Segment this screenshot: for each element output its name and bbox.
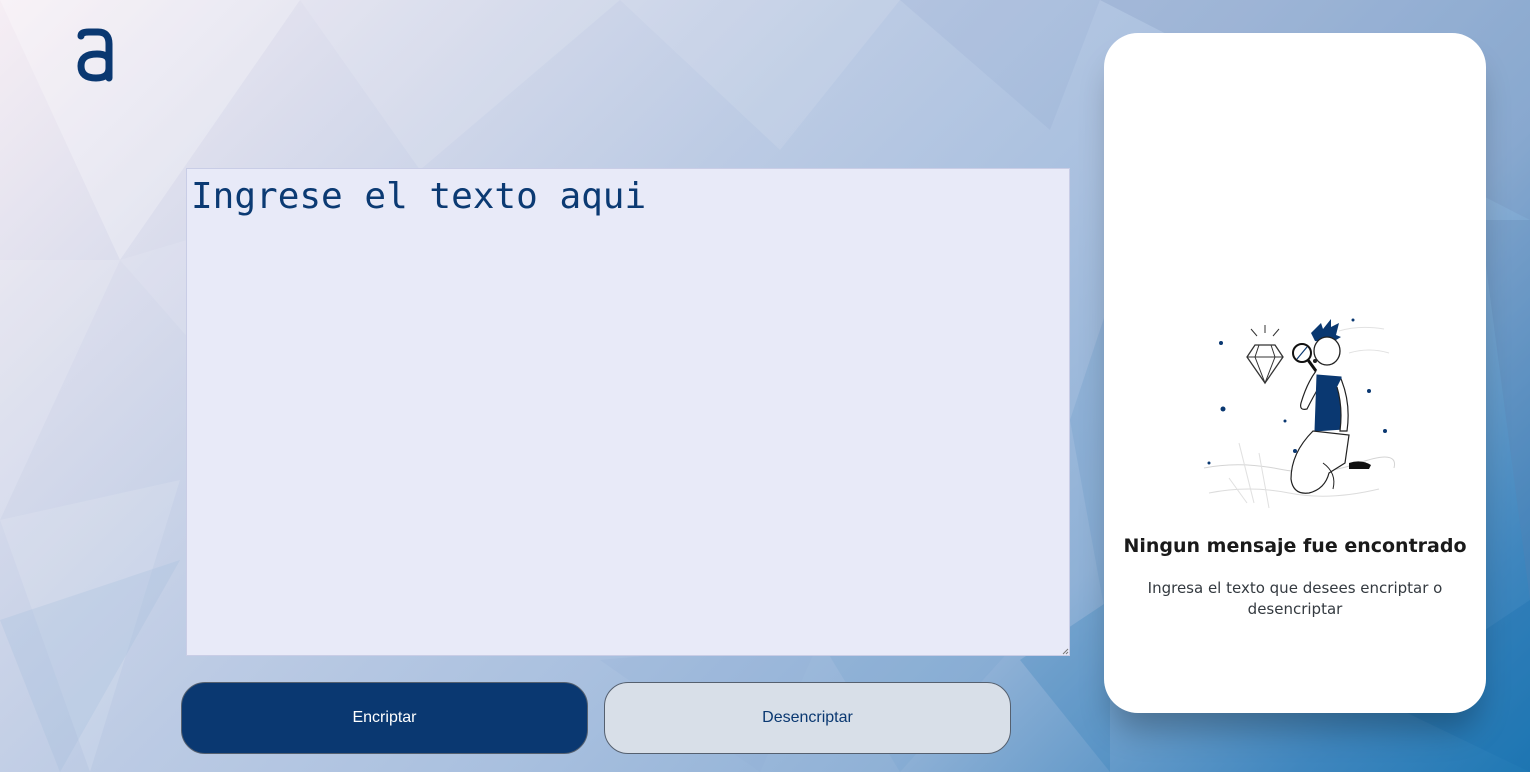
result-panel: Ningun mensaje fue encontrado Ingresa el… xyxy=(1104,33,1486,713)
alura-a-logo-icon xyxy=(77,28,113,82)
person-magnifying-glass-diamond-illustration xyxy=(1199,303,1399,513)
decrypt-button[interactable]: Desencriptar xyxy=(604,682,1011,754)
logo xyxy=(76,28,114,82)
encrypt-button-label: Encriptar xyxy=(352,709,417,726)
decrypt-button-label: Desencriptar xyxy=(762,709,853,726)
empty-state-message: Ingresa el texto que desees encriptar o … xyxy=(1147,579,1443,618)
empty-state-title: Ningun mensaje fue encontrado xyxy=(1123,535,1467,557)
resize-handle-icon[interactable] xyxy=(1062,648,1069,655)
text-input[interactable] xyxy=(186,168,1070,656)
encrypt-button[interactable]: Encriptar xyxy=(181,682,588,754)
